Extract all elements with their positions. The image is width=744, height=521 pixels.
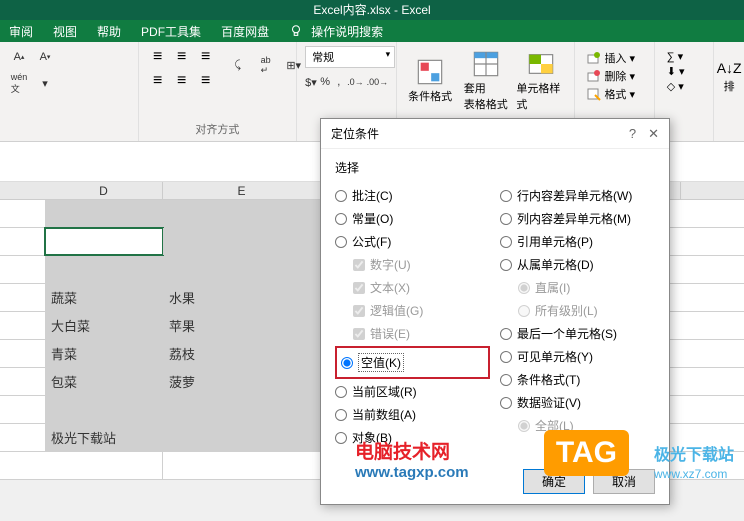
merge-button[interactable]: ⊞▾ [283,54,305,76]
percent-button[interactable]: % [320,71,331,93]
tell-me-search[interactable]: 操作说明搜索 [285,23,391,40]
alignment-group-label: 对齐方式 [147,119,288,137]
tab-pdftools[interactable]: PDF工具集 [137,23,205,40]
bulb-icon [289,24,303,38]
align-bottom-button[interactable]: ≡ [195,46,217,68]
cell[interactable] [163,424,321,451]
radio-blanks[interactable]: 空值(K) [341,350,484,375]
currency-button[interactable]: $▾ [305,71,317,93]
radio-last-cell[interactable]: 最后一个单元格(S) [500,322,655,345]
col-header-E[interactable]: E [163,182,321,199]
radio-validation[interactable]: 数据验证(V) [500,391,655,414]
cell[interactable] [163,200,321,227]
cell[interactable]: 荔枝 [163,340,321,367]
delete-button[interactable]: 删除 ▾ [587,68,641,84]
table-format-button[interactable]: 套用 表格格式 [461,46,511,116]
insert-icon [587,51,601,65]
radio-current-array[interactable]: 当前数组(A) [335,403,490,426]
tab-baidudisk[interactable]: 百度网盘 [217,23,273,40]
cell[interactable] [45,256,163,283]
radio-precedents[interactable]: 引用单元格(P) [500,230,655,253]
cell[interactable] [45,200,163,227]
radio-constants[interactable]: 常量(O) [335,207,490,230]
cell[interactable] [45,396,163,423]
check-errors: 错误(E) [335,322,490,345]
align-center-button[interactable]: ≡ [171,70,193,92]
cell[interactable] [163,228,321,255]
check-text: 文本(X) [335,276,490,299]
window-title: Excel内容.xlsx - Excel [0,0,744,20]
radio-all-levels: 所有级别(L) [500,299,655,322]
radio-dependents[interactable]: 从属单元格(D) [500,253,655,276]
active-cell[interactable] [45,228,163,255]
radio-col-diff[interactable]: 列内容差异单元格(M) [500,207,655,230]
increase-font-button[interactable]: A▴ [8,46,30,68]
cell[interactable] [45,452,163,479]
highlight-blanks: 空值(K) [335,346,490,379]
help-button[interactable]: ? [629,126,636,142]
sort-icon: A↓Z [717,60,742,76]
cell[interactable] [163,256,321,283]
delete-icon [587,69,601,83]
sort-button[interactable]: A↓Z 排 [714,42,744,112]
decrease-decimal-button[interactable]: .00→ [367,71,389,93]
tab-view[interactable]: 视图 [49,23,81,40]
radio-comments[interactable]: 批注(C) [335,184,490,207]
cell[interactable]: 青菜 [45,340,163,367]
dialog-title: 定位条件 [331,125,379,142]
align-left-button[interactable]: ≡ [147,70,169,92]
radio-current-region[interactable]: 当前区域(R) [335,380,490,403]
phonetic-button[interactable]: wén文 [8,72,30,94]
autosum-button[interactable]: ∑ ▾ [667,50,702,63]
radio-formulas[interactable]: 公式(F) [335,230,490,253]
radio-row-diff[interactable]: 行内容差异单元格(W) [500,184,655,207]
watermark-tagxp: 电脑技术网 www.tagxp.com [355,437,469,481]
ribbon-tabs: 审阅 视图 帮助 PDF工具集 百度网盘 操作说明搜索 [0,20,744,42]
align-right-button[interactable]: ≡ [195,70,217,92]
cell[interactable]: 菠萝 [163,368,321,395]
format-button[interactable]: 格式 ▾ [587,86,641,102]
decrease-font-button[interactable]: A▾ [34,46,56,68]
insert-button[interactable]: 插入 ▾ [587,50,641,66]
check-numbers: 数字(U) [335,253,490,276]
radio-visible[interactable]: 可见单元格(Y) [500,345,655,368]
align-top-button[interactable]: ≡ [147,46,169,68]
conditional-format-button[interactable]: 条件格式 [405,46,455,116]
format-icon [587,87,601,101]
align-middle-button[interactable]: ≡ [171,46,193,68]
cond-format-icon [416,58,444,86]
number-format-dropdown[interactable]: 常规 [305,46,395,68]
fill-button[interactable]: ⬇ ▾ [667,65,702,78]
cell[interactable]: 极光下载站 [45,424,163,451]
wrap-text-button[interactable]: ab↵ [255,54,277,76]
radio-cond-format[interactable]: 条件格式(T) [500,368,655,391]
cell[interactable] [163,396,321,423]
clear-button[interactable]: ◇ ▾ [667,80,702,93]
comma-button[interactable]: , [333,71,344,93]
tag-badge: TAG [544,430,629,476]
cell-style-icon [527,50,555,78]
cell-style-button[interactable]: 单元格样式 [516,46,566,116]
orientation-button[interactable]: ⤹ [227,54,249,76]
table-format-icon [472,50,500,78]
tab-review[interactable]: 审阅 [5,23,37,40]
tab-help[interactable]: 帮助 [93,23,125,40]
font-dropdown-icon[interactable]: ▾ [34,72,56,94]
cell[interactable]: 大白菜 [45,312,163,339]
watermark-xz7: 极光下载站 www.xz7.com [654,441,734,481]
cell[interactable]: 包菜 [45,368,163,395]
cell[interactable]: 水果 [163,284,321,311]
radio-direct: 直属(I) [500,276,655,299]
close-button[interactable]: ✕ [648,126,659,142]
col-header-D[interactable]: D [45,182,163,199]
cell[interactable] [163,452,321,479]
section-label: 选择 [335,159,655,176]
cell[interactable]: 蔬菜 [45,284,163,311]
check-logical: 逻辑值(G) [335,299,490,322]
cell[interactable]: 苹果 [163,312,321,339]
increase-decimal-button[interactable]: .0→ [347,71,364,93]
